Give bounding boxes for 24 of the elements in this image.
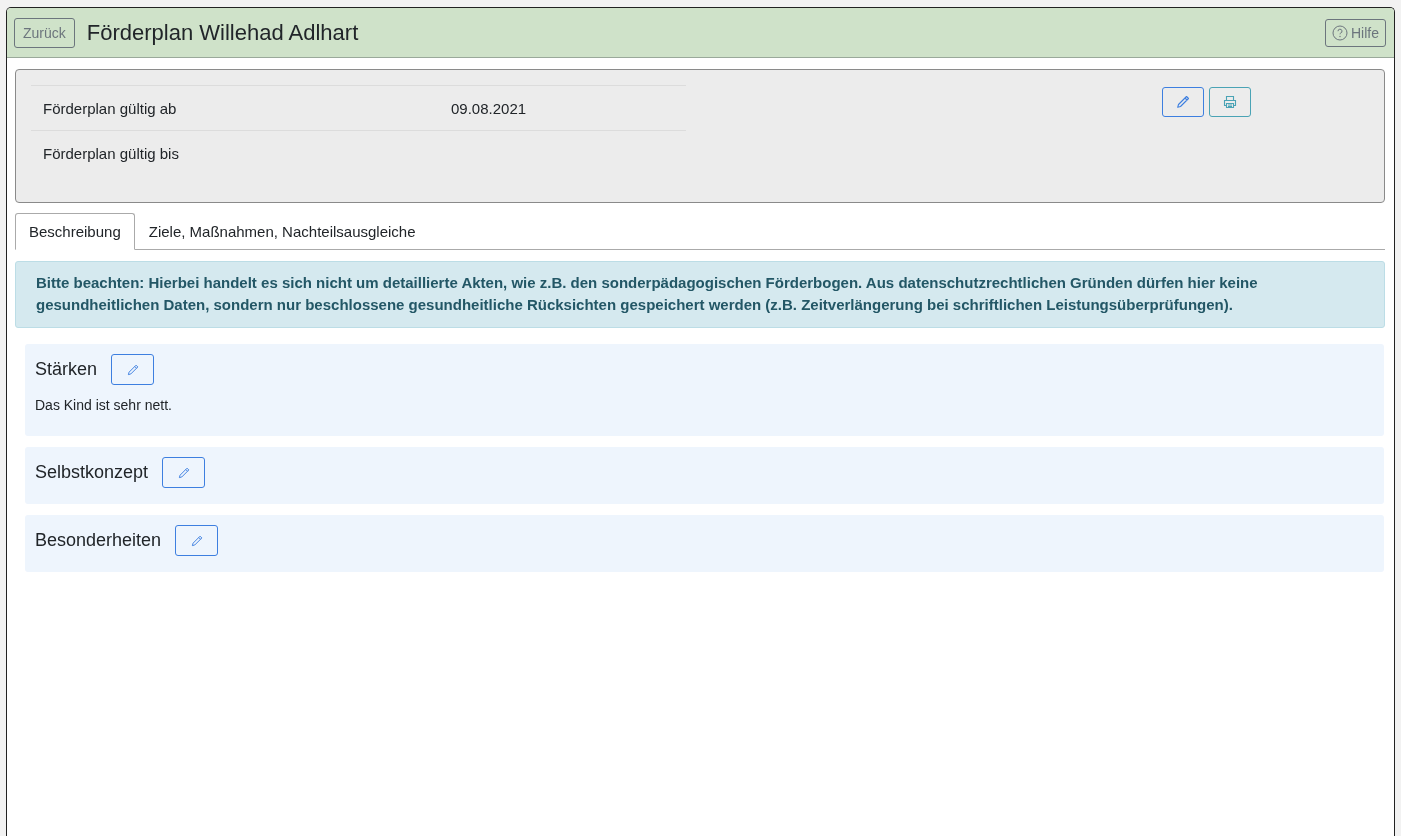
page-title: Förderplan Willehad Adlhart xyxy=(86,19,360,46)
help-button[interactable]: Hilfe xyxy=(1325,18,1386,47)
notice-message: Bitte beachten: Hierbei handelt es sich nicht um detaillierte Akten, wie z.B. den sonderpädagogischen Förderbogen. Aus datenschutzrechtlichen Gründen dürfen hier keine gesundheitlichen Daten, sondern nur beschlossene gesundheitliche Rücksichten gespeichert werden (z.B. Zeitverlängerung bei schriftlichen Leistungsüberprüfungen). xyxy=(15,261,1385,328)
section-title: Besonderheiten xyxy=(35,530,162,551)
tab[interactable]: Beschreibung xyxy=(15,213,135,250)
pencil-icon xyxy=(125,362,140,377)
section-title: Selbstkonzept xyxy=(35,462,149,483)
detail-label: Förderplan gültig ab xyxy=(43,99,178,117)
help-icon xyxy=(1332,24,1348,41)
detail-value: 09.08.2021 xyxy=(451,99,527,117)
tab[interactable]: Ziele, Maßnahmen, Nachteilsausgleiche xyxy=(134,213,430,250)
edit-button[interactable] xyxy=(111,354,155,385)
edit-button[interactable] xyxy=(1162,87,1204,117)
back-button[interactable]: Zurück xyxy=(14,17,75,48)
section-text: Das Kind ist sehr nett. xyxy=(35,397,173,413)
print-button[interactable] xyxy=(1209,87,1251,117)
detail-label: Förderplan gültig bis xyxy=(43,144,180,162)
pencil-icon xyxy=(189,533,204,548)
edit-button[interactable] xyxy=(162,457,206,488)
pencil-icon xyxy=(1175,94,1191,110)
printer-icon xyxy=(1222,94,1238,110)
edit-button[interactable] xyxy=(175,525,219,556)
section-title: Stärken xyxy=(35,359,98,380)
pencil-icon xyxy=(176,465,191,480)
